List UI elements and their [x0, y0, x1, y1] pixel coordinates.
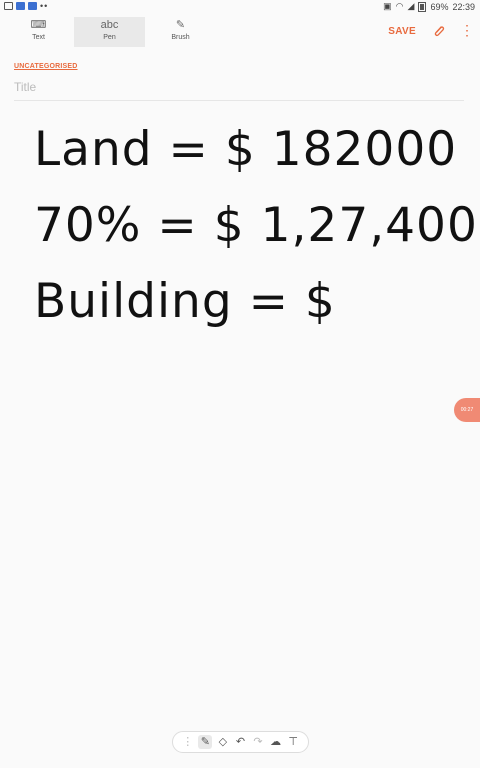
mode-label: Text	[32, 34, 45, 41]
pen-mode-icon: abc	[100, 19, 119, 31]
more-options-icon[interactable]: ⋮	[460, 22, 474, 38]
battery-percent: 69%	[430, 1, 449, 12]
handwritten-line: Building = $	[34, 274, 336, 329]
attach-icon[interactable]	[432, 24, 446, 38]
pen-icon[interactable]: ✎	[198, 735, 213, 749]
mode-text-button[interactable]: ⌨ Text	[3, 17, 74, 47]
status-bar: •• ▣ ◠ ◢ 69% 22:39	[0, 0, 480, 14]
brush-icon: ✎	[175, 19, 186, 31]
text-convert-icon[interactable]: ⊤	[286, 735, 300, 749]
handwritten-line: 70% = $ 1,27,400	[34, 198, 478, 253]
save-button[interactable]: SAVE	[388, 26, 416, 37]
title-divider	[14, 100, 464, 101]
wifi-icon: ◠	[395, 1, 404, 11]
drawing-tools-bar: ⋮ ✎ ◇ ↶ ↷ ☁ ⊤	[172, 731, 309, 753]
video-call-icon	[28, 2, 37, 10]
handwritten-line: Land = $ 182000	[34, 122, 458, 177]
notification-icons: ••	[4, 1, 49, 11]
battery-icon	[418, 1, 427, 12]
cast-icon: ▣	[383, 1, 392, 11]
selection-icon[interactable]: ☁	[269, 735, 283, 749]
mode-brush-button[interactable]: ✎ Brush	[145, 17, 216, 47]
drag-handle-icon[interactable]: ⋮	[181, 735, 195, 749]
redo-icon[interactable]: ↷	[251, 735, 265, 749]
undo-icon[interactable]: ↶	[233, 735, 247, 749]
handwriting-canvas[interactable]: Land = $ 182000 70% = $ 1,27,400 Buildin…	[0, 110, 480, 720]
mode-label: Brush	[171, 34, 190, 41]
category-label[interactable]: UNCATEGORISED	[14, 63, 78, 70]
mode-label: Pen	[103, 34, 116, 41]
more-notifications-icon: ••	[40, 1, 49, 11]
title-input[interactable]	[14, 80, 464, 94]
clock: 22:39	[452, 1, 475, 12]
keyboard-icon: ⌨	[30, 19, 47, 31]
video-call-icon	[16, 2, 25, 10]
system-icons: ▣ ◠ ◢ 69% 22:39	[383, 1, 475, 12]
eraser-icon[interactable]: ◇	[216, 735, 230, 749]
recording-timer-badge[interactable]: 00:27	[454, 398, 480, 422]
mode-pen-button[interactable]: abc Pen	[74, 17, 145, 47]
gallery-icon	[4, 2, 13, 10]
signal-icon: ◢	[407, 1, 415, 11]
